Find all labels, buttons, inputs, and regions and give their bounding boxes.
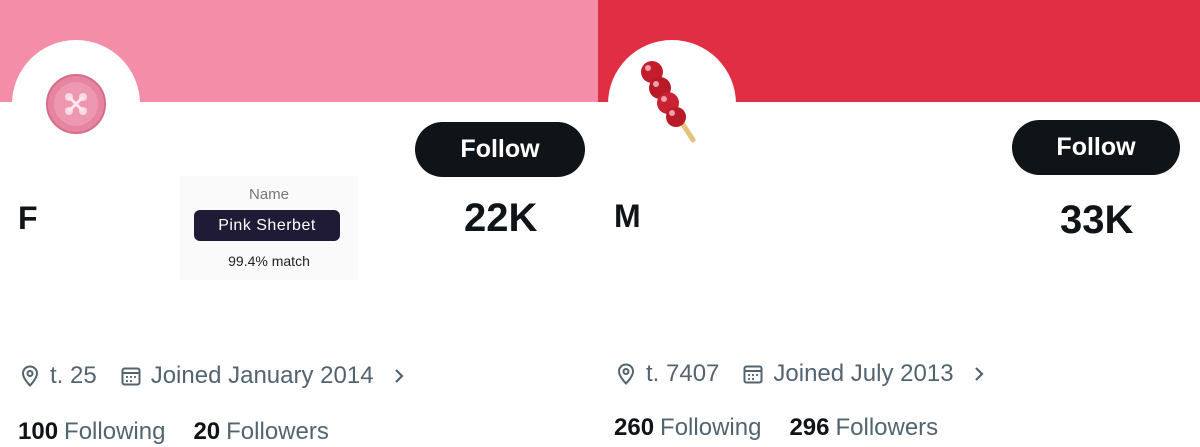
tooltip-name-badge: Pink Sherbet <box>194 210 340 241</box>
location-pin-icon <box>18 364 42 388</box>
tooltip-match-score: 99.4% match <box>228 253 310 269</box>
joined-date: Joined January 2014 <box>150 362 374 389</box>
profile-panel-2: Follow M 33K t. 7407 Joined July 2013 26… <box>598 0 1200 447</box>
profile-panel-1: Follow F Name Pink Sherbet 99.4% match 2… <box>0 0 598 447</box>
follow-stats: 100 Following 20 Followers <box>18 418 357 446</box>
follow-button[interactable]: Follow <box>1012 120 1180 175</box>
candied-fruit-skewer-icon <box>641 61 696 143</box>
display-name-initial: M <box>614 198 641 234</box>
chevron-right-icon[interactable] <box>970 362 988 386</box>
following-count: 100 <box>18 418 59 445</box>
location-text: t. 7407 <box>646 360 720 387</box>
calendar-icon <box>741 362 765 386</box>
profile-meta: t. 7407 Joined July 2013 <box>614 360 988 388</box>
avatar[interactable] <box>12 40 140 168</box>
profile-meta: t. 25 Joined January 2014 <box>18 362 408 390</box>
location-text: t. 25 <box>50 362 97 389</box>
followers-count: 296 <box>789 414 830 441</box>
pink-button-icon <box>46 74 106 134</box>
name-match-tooltip: Name Pink Sherbet 99.4% match <box>180 176 358 280</box>
big-count: 22K <box>464 196 538 240</box>
big-count: 33K <box>1060 198 1134 242</box>
calendar-icon <box>119 364 143 388</box>
joined-date: Joined July 2013 <box>773 360 954 387</box>
following-link[interactable]: 100 Following <box>18 418 165 446</box>
display-name-initial: F <box>18 200 38 236</box>
followers-label: Followers <box>226 418 329 445</box>
location-pin-icon <box>614 362 638 386</box>
followers-label: Followers <box>835 414 939 441</box>
chevron-right-icon[interactable] <box>390 364 408 388</box>
followers-count: 20 <box>193 418 221 445</box>
following-link[interactable]: 260 Following <box>614 414 761 442</box>
followers-link[interactable]: 20 Followers <box>193 418 328 446</box>
following-count: 260 <box>614 414 655 441</box>
follow-stats: 260 Following 296 Followers <box>614 414 966 442</box>
following-label: Following <box>660 414 762 441</box>
follow-button[interactable]: Follow <box>415 122 585 177</box>
followers-link[interactable]: 296 Followers <box>789 414 938 442</box>
avatar[interactable] <box>608 40 736 168</box>
following-label: Following <box>64 418 166 445</box>
tooltip-title: Name <box>248 186 289 203</box>
